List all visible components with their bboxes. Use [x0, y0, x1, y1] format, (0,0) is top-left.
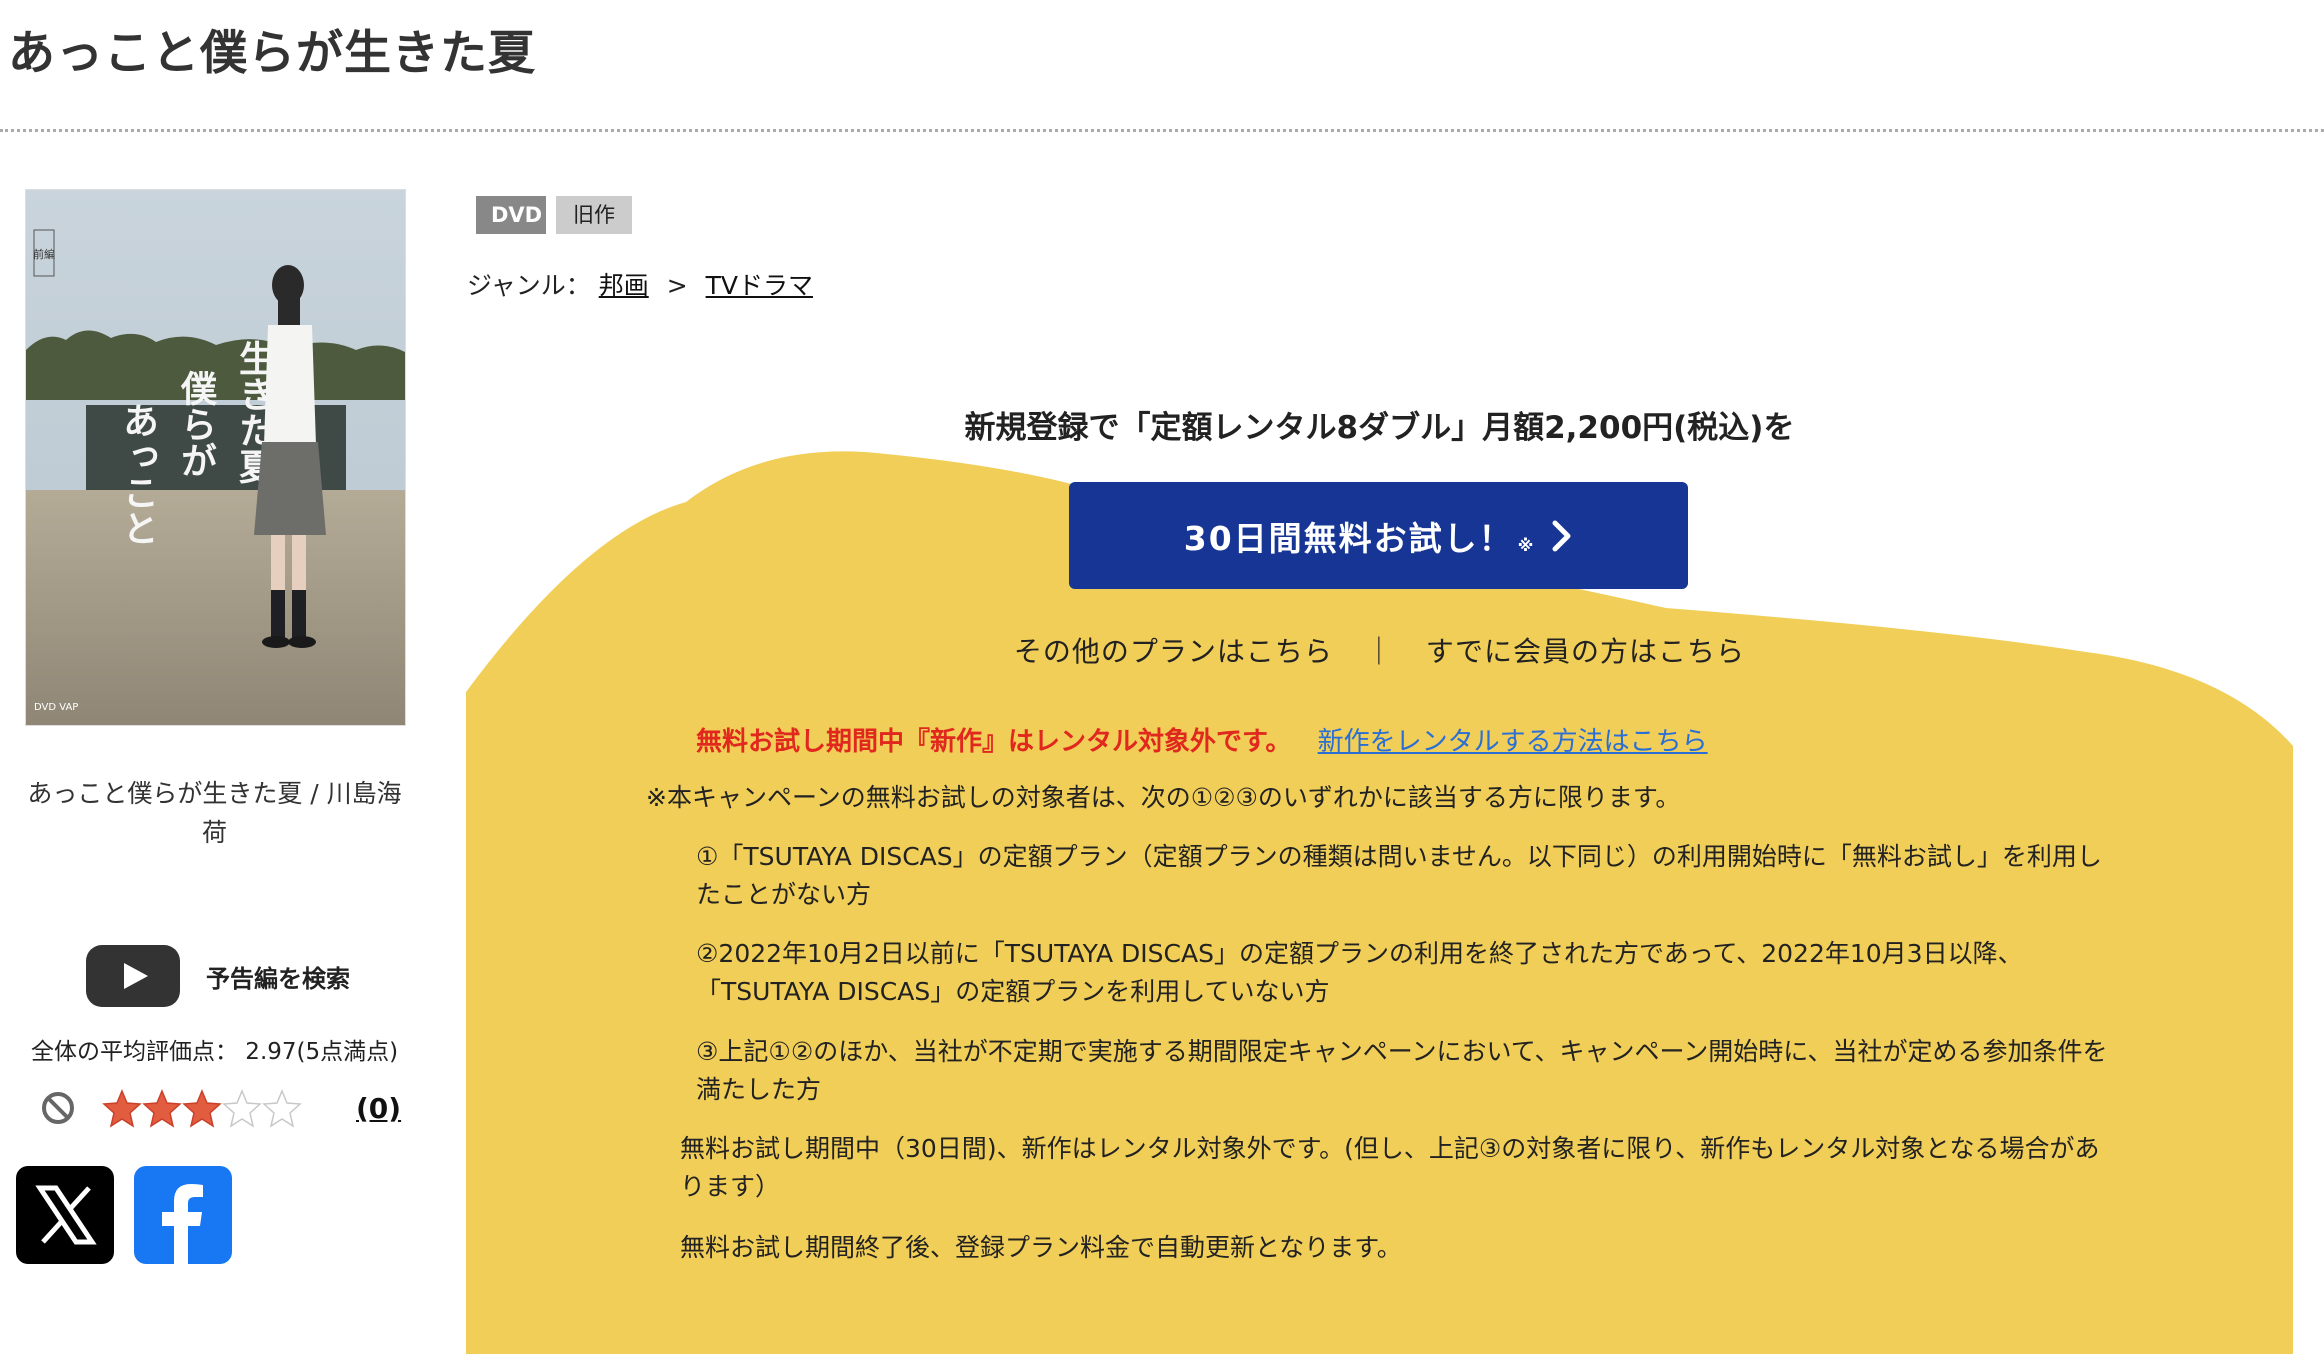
link-separator: ｜ — [1364, 635, 1394, 668]
trailer-search-button[interactable]: 予告編を検索 — [86, 945, 350, 1007]
poster-brand: DVD VAP — [34, 702, 78, 713]
genre-breadcrumb: ジャンル： 邦画 > TVドラマ — [467, 266, 813, 302]
poster-image[interactable]: 前編 あっこと 僕らが 生きた夏 DVD VAP — [25, 189, 406, 726]
member-login-link[interactable]: すでに会員の方はこちら — [1426, 635, 1745, 668]
campaign-intro: ※本キャンペーンの無料お試しの対象者は、次の①②③のいずれかに該当する方に限りま… — [646, 783, 1681, 812]
no-rating-icon[interactable] — [40, 1090, 76, 1126]
plan-links: その他のプランはこちら ｜ すでに会員の方はこちら — [466, 630, 2293, 670]
genre-label: ジャンル： — [467, 271, 591, 300]
genre-link-child[interactable]: TVドラマ — [706, 271, 813, 300]
star-filled-icon[interactable] — [182, 1088, 222, 1128]
new-release-rental-link[interactable]: 新作をレンタルする方法はこちら — [1318, 727, 1708, 757]
title-divider — [0, 129, 2324, 132]
status-tag: 旧作 — [556, 196, 632, 234]
free-trial-label: 30日間無料お試し！ — [1183, 518, 1514, 558]
rating-row: (0) — [40, 1088, 401, 1130]
campaign-condition: ②2022年10月2日以前に「TSUTAYA DISCAS」の定額プランの利用を… — [696, 939, 2023, 1006]
poster-title-line: あっこと — [117, 402, 159, 546]
trailer-search-label: 予告編を検索 — [206, 964, 350, 993]
chevron-right-icon — [1552, 520, 1571, 551]
poster-caption: あっこと僕らが生きた夏 / 川島海荷 — [27, 779, 402, 847]
free-trial-button[interactable]: 30日間無料お試し！ ※ — [1069, 482, 1688, 589]
average-rating-text: 全体の平均評価点： 2.97(5点満点) — [31, 1039, 399, 1065]
x-share-icon[interactable] — [16, 1166, 114, 1264]
play-icon — [86, 945, 180, 1007]
genre-separator: > — [666, 271, 688, 300]
star-empty-icon[interactable] — [262, 1088, 302, 1128]
star-rating[interactable] — [102, 1088, 302, 1128]
poster-badge: 前編 — [33, 247, 55, 261]
promo-heading: 新規登録で「定額レンタル8ダブル」月額2,200円(税込)を — [964, 410, 1795, 446]
page-title: あっこと僕らが生きた夏 — [8, 26, 536, 81]
format-tag: DVD — [476, 196, 546, 234]
campaign-condition: ①「TSUTAYA DISCAS」の定額プラン（定額プランの種類は問いません。以… — [696, 842, 2102, 909]
star-filled-icon[interactable] — [102, 1088, 142, 1128]
other-plans-link[interactable]: その他のプランはこちら — [1014, 635, 1333, 668]
star-empty-icon[interactable] — [222, 1088, 262, 1128]
free-trial-note-mark: ※ — [1517, 536, 1536, 555]
review-count-link[interactable]: (0) — [356, 1092, 401, 1125]
facebook-share-icon[interactable] — [134, 1166, 232, 1264]
campaign-condition: ③上記①②のほか、当社が不定期で実施する期間限定キャンペーンにおいて、キャンペー… — [696, 1037, 2108, 1104]
genre-link-parent[interactable]: 邦画 — [599, 271, 649, 300]
poster-title-line: 僕らが — [175, 370, 218, 478]
star-filled-icon[interactable] — [142, 1088, 182, 1128]
new-release-warning: 無料お試し期間中『新作』はレンタル対象外です。 新作をレンタルする方法はこちら — [696, 721, 1708, 758]
trial-period-note: 無料お試し期間中（30日間)、新作はレンタル対象外です。(但し、上記③の対象者に… — [680, 1134, 2100, 1201]
auto-renew-note: 無料お試し期間終了後、登録プラン料金で自動更新となります。 — [680, 1233, 1402, 1262]
warning-text: 無料お試し期間中『新作』はレンタル対象外です。 — [696, 727, 1292, 757]
